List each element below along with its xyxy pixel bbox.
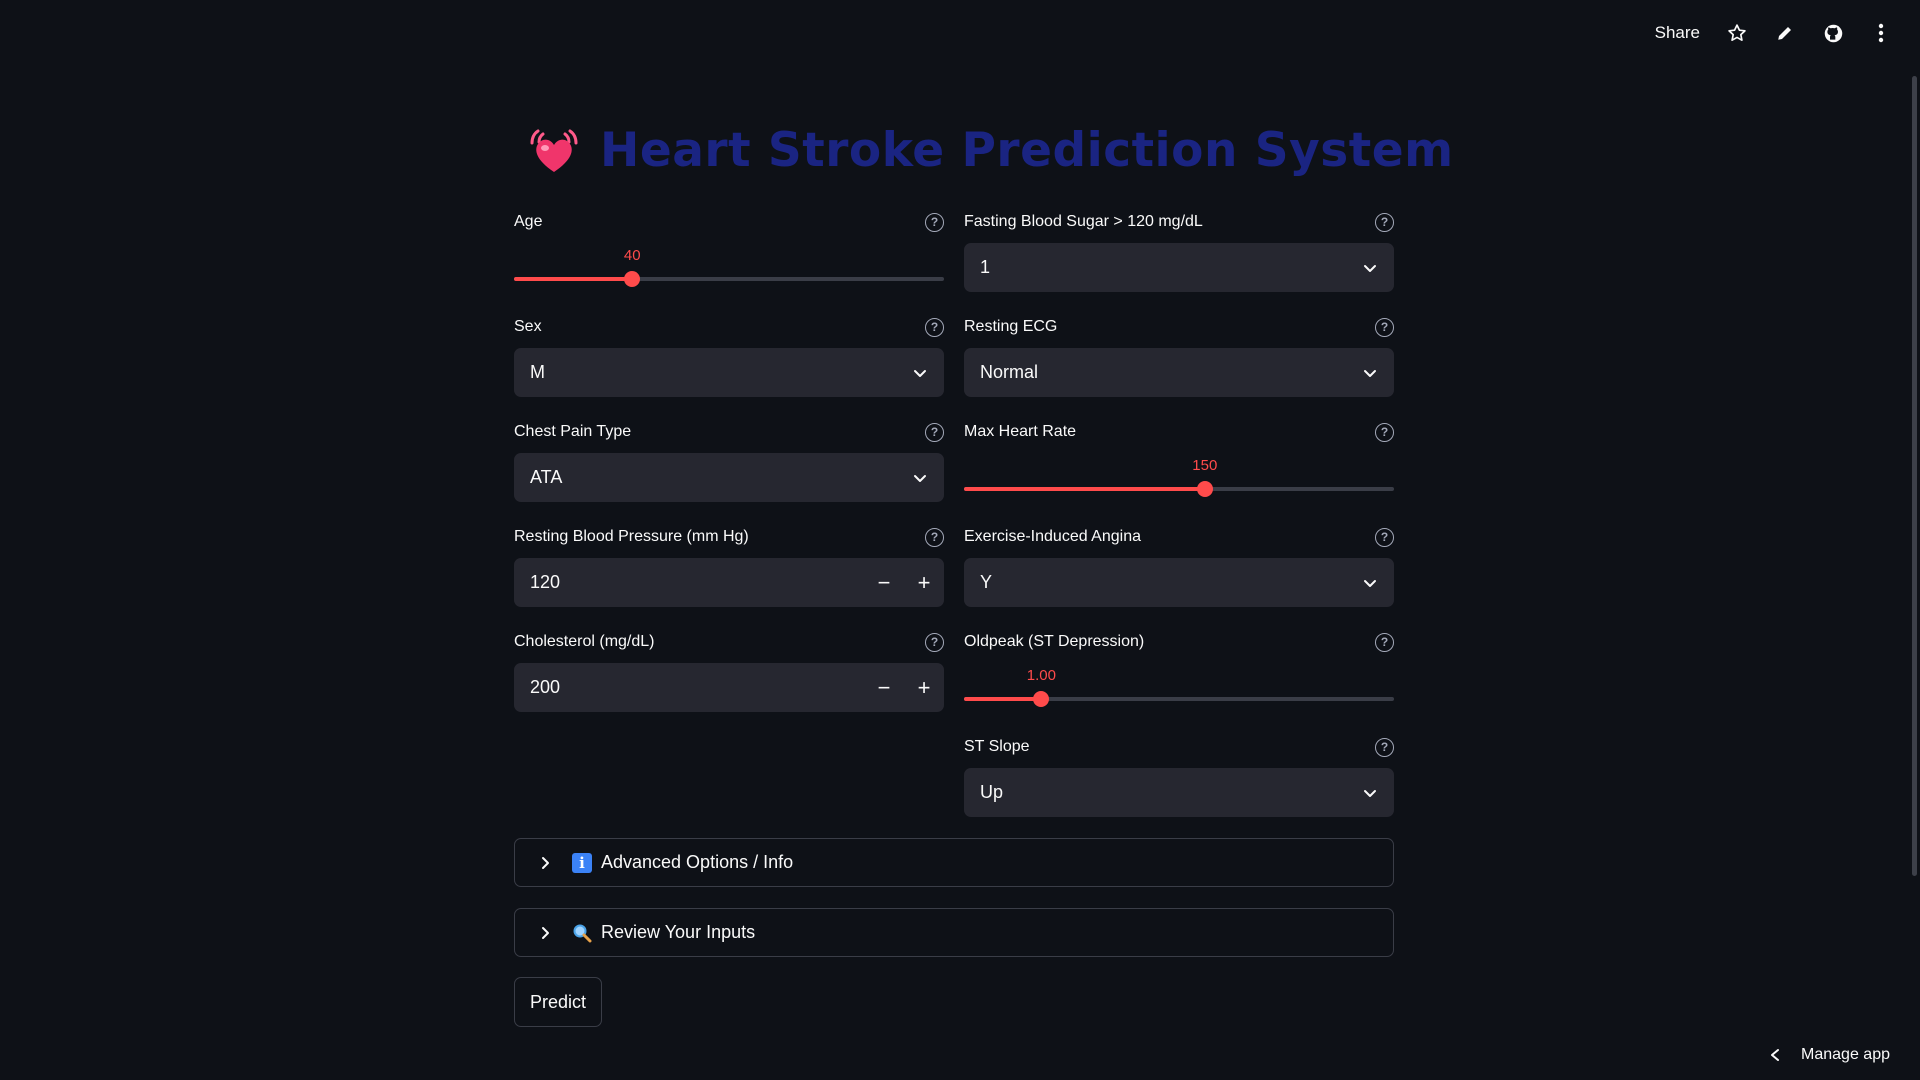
sex-label: Sex: [514, 318, 542, 335]
manage-app-button[interactable]: Manage app: [1769, 1046, 1890, 1064]
page-title: Heart Stroke Prediction System: [600, 122, 1454, 178]
share-button[interactable]: Share: [1655, 23, 1700, 43]
more-vertical-icon[interactable]: [1870, 22, 1892, 44]
slider-fill: [964, 487, 1205, 491]
st-slope-label: ST Slope: [964, 738, 1030, 755]
review-inputs-label: Review Your Inputs: [601, 922, 756, 942]
chevron-down-icon: [1364, 264, 1376, 272]
page-title-row: Heart Stroke Prediction System: [526, 122, 1454, 178]
cholesterol-widget: Cholesterol (mg/dL) ? 200 − +: [514, 631, 944, 712]
pencil-icon[interactable]: [1774, 22, 1796, 44]
oldpeak-value: 1.00: [1026, 667, 1056, 684]
fasting-bs-label: Fasting Blood Sugar > 120 mg/dL: [964, 213, 1203, 230]
chevron-down-icon: [1364, 789, 1376, 797]
resting-bp-input[interactable]: 120 − +: [514, 558, 944, 607]
chevron-down-icon: [1364, 369, 1376, 377]
max-hr-slider[interactable]: 150: [964, 443, 1394, 503]
chevron-right-icon: [542, 926, 549, 939]
decrement-button[interactable]: −: [864, 663, 904, 712]
age-slider[interactable]: 40: [514, 233, 944, 293]
slider-thumb[interactable]: [624, 271, 641, 287]
decrement-button[interactable]: −: [864, 558, 904, 607]
max-hr-label: Max Heart Rate: [964, 423, 1077, 440]
exercise-angina-label: Exercise-Induced Angina: [964, 528, 1141, 545]
github-icon[interactable]: [1822, 22, 1844, 44]
resting-bp-widget: Resting Blood Pressure (mm Hg) ? 120 − +: [514, 526, 944, 607]
age-label: Age: [514, 213, 543, 230]
st-slope-widget: ST Slope ? Up: [964, 736, 1394, 817]
chest-pain-label: Chest Pain Type: [514, 423, 632, 440]
scrollbar[interactable]: [1912, 76, 1917, 876]
oldpeak-slider-widget: Oldpeak (ST Depression) ? 1.00: [964, 631, 1394, 713]
st-slope-select[interactable]: Up: [964, 768, 1394, 817]
max-hr-slider-widget: Max Heart Rate ? 150: [964, 421, 1394, 503]
slider-thumb[interactable]: [1033, 691, 1050, 707]
slider-fill: [964, 697, 1042, 701]
max-hr-value: 150: [1192, 457, 1218, 474]
predict-button[interactable]: Predict: [514, 977, 603, 1027]
chest-pain-widget: Chest Pain Type ? ATA: [514, 421, 944, 502]
resting-ecg-select[interactable]: Normal: [964, 348, 1394, 397]
age-value: 40: [623, 247, 641, 264]
star-icon[interactable]: [1726, 22, 1748, 44]
chest-pain-value: ATA: [530, 467, 563, 487]
chest-pain-select[interactable]: ATA: [514, 453, 944, 502]
heart-icon: [526, 122, 582, 178]
chevron-down-icon: [914, 474, 926, 482]
st-slope-value: Up: [980, 782, 1004, 802]
age-slider-widget: Age ? 40: [514, 211, 944, 293]
help-icon[interactable]: ?: [925, 632, 944, 652]
magnifier-icon: [571, 922, 593, 944]
increment-button[interactable]: +: [904, 663, 944, 712]
info-icon: i: [571, 852, 593, 874]
help-icon[interactable]: ?: [925, 422, 944, 442]
resting-bp-value[interactable]: 120: [514, 572, 864, 593]
help-icon[interactable]: ?: [1375, 632, 1394, 652]
increment-button[interactable]: +: [904, 558, 944, 607]
help-icon[interactable]: ?: [1375, 422, 1394, 442]
advanced-options-label: Advanced Options / Info: [601, 852, 794, 872]
resting-ecg-label: Resting ECG: [964, 318, 1058, 335]
resting-ecg-value: Normal: [980, 362, 1039, 382]
cholesterol-input[interactable]: 200 − +: [514, 663, 944, 712]
help-icon[interactable]: ?: [925, 527, 944, 547]
resting-bp-label: Resting Blood Pressure (mm Hg): [514, 528, 749, 545]
sex-select[interactable]: M: [514, 348, 944, 397]
help-icon[interactable]: ?: [1375, 317, 1394, 337]
manage-app-label: Manage app: [1801, 1046, 1890, 1063]
exercise-angina-widget: Exercise-Induced Angina ? Y: [964, 526, 1394, 607]
help-icon[interactable]: ?: [925, 212, 944, 232]
oldpeak-label: Oldpeak (ST Depression): [964, 633, 1145, 650]
help-icon[interactable]: ?: [1375, 737, 1394, 757]
help-icon[interactable]: ?: [925, 317, 944, 337]
advanced-options-expander[interactable]: i Advanced Options / Info: [514, 838, 1394, 887]
sex-widget: Sex ? M: [514, 316, 944, 397]
fasting-bs-widget: Fasting Blood Sugar > 120 mg/dL ? 1: [964, 211, 1394, 292]
slider-fill: [514, 277, 633, 281]
chevron-down-icon: [914, 369, 926, 377]
fasting-bs-value: 1: [980, 257, 991, 277]
slider-thumb[interactable]: [1196, 481, 1213, 497]
resting-ecg-widget: Resting ECG ? Normal: [964, 316, 1394, 397]
top-toolbar: Share: [1655, 22, 1892, 44]
fasting-bs-select[interactable]: 1: [964, 243, 1394, 292]
help-icon[interactable]: ?: [1375, 527, 1394, 547]
chevron-right-icon: [542, 856, 549, 869]
chevron-left-icon: [1771, 1049, 1780, 1061]
exercise-angina-select[interactable]: Y: [964, 558, 1394, 607]
review-inputs-expander[interactable]: Review Your Inputs: [514, 908, 1394, 957]
oldpeak-slider[interactable]: 1.00: [964, 653, 1394, 713]
sex-value: M: [530, 362, 545, 382]
exercise-angina-value: Y: [980, 572, 993, 592]
cholesterol-value[interactable]: 200: [514, 677, 864, 698]
help-icon[interactable]: ?: [1375, 212, 1394, 232]
chevron-down-icon: [1364, 579, 1376, 587]
cholesterol-label: Cholesterol (mg/dL): [514, 633, 655, 650]
